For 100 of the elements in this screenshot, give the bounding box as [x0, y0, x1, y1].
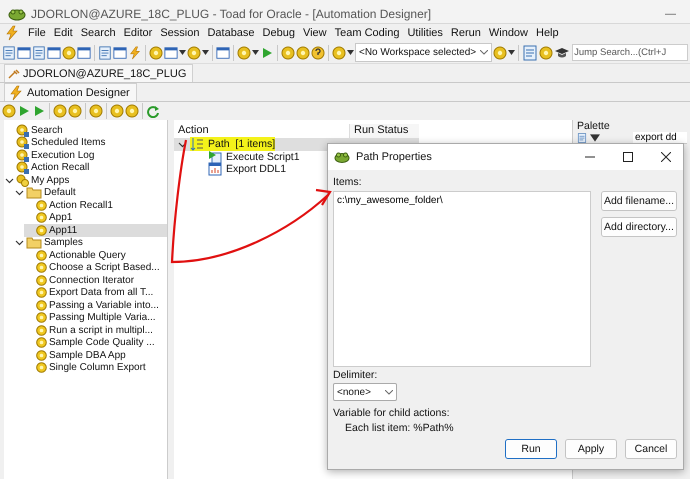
window-icon[interactable] — [17, 46, 31, 60]
tree-item[interactable]: Actionable Query — [24, 249, 167, 262]
gear-icon — [36, 212, 47, 224]
dialog-button[interactable]: Apply — [565, 439, 617, 459]
gear-icon — [539, 46, 554, 60]
document-icon[interactable] — [577, 133, 587, 143]
window-icon[interactable] — [164, 46, 178, 60]
tree-item[interactable]: Choose a Script Based... — [24, 262, 167, 274]
tree-item[interactable]: Sample DBA App — [24, 349, 167, 362]
maximize-icon[interactable] — [623, 152, 633, 162]
gear-icon — [36, 224, 47, 236]
menu-item[interactable]: Utilities — [407, 27, 443, 39]
minimize-button[interactable]: — — [659, 8, 682, 20]
gear-icon — [2, 104, 16, 118]
caret-icon[interactable] — [202, 50, 209, 55]
tree-item[interactable]: Action Recall — [4, 162, 167, 174]
dialog-title: Path Properties — [356, 151, 432, 163]
document-icon[interactable] — [522, 44, 538, 60]
refresh-icon[interactable] — [146, 104, 160, 118]
tree-item[interactable]: My Apps — [4, 174, 167, 186]
tree-item[interactable]: Action Recall1 — [24, 199, 167, 212]
connection-tab[interactable]: JDORLON@AZURE_18C_PLUG — [4, 64, 194, 82]
document-icon[interactable] — [98, 46, 112, 60]
gear-icon — [36, 312, 47, 324]
tree-item[interactable]: Default — [14, 186, 167, 199]
document-icon[interactable] — [32, 46, 46, 60]
delimiter-dropdown[interactable]: <none> — [333, 383, 397, 401]
document-icon[interactable] — [2, 46, 16, 60]
variable-label: Variable for child actions: — [333, 407, 451, 419]
lightning-icon[interactable] — [4, 25, 20, 41]
gear-icon — [149, 46, 163, 60]
action-row[interactable]: Export DDL1 — [192, 163, 437, 176]
gear-icon — [36, 300, 47, 311]
gear-icon — [62, 46, 76, 60]
gear-icon — [332, 46, 346, 60]
chevron-icon[interactable] — [5, 176, 14, 185]
workspace-dropdown[interactable]: <No Workspace selected> — [355, 43, 492, 62]
play-icon[interactable] — [32, 104, 46, 118]
list-icon — [190, 137, 204, 152]
caret-icon[interactable] — [508, 50, 516, 55]
tree-item[interactable]: Passing a Variable into... — [24, 299, 167, 312]
gear-icon — [493, 46, 508, 60]
play-icon[interactable] — [17, 104, 31, 118]
gear-icon — [16, 161, 29, 174]
menu-item[interactable]: View — [302, 27, 327, 39]
chevron-icon[interactable] — [15, 238, 24, 248]
tree-item[interactable]: Connection Iterator — [24, 274, 167, 286]
gear-icon — [125, 104, 139, 118]
tree-item[interactable]: Search — [4, 124, 167, 136]
window-icon[interactable] — [77, 46, 91, 60]
dialog-button[interactable]: Cancel — [625, 439, 677, 459]
gear-icon — [296, 46, 310, 60]
menu-item[interactable]: Team Coding — [334, 27, 400, 39]
tree-item[interactable]: Samples — [14, 236, 167, 249]
menu-item[interactable]: File — [28, 27, 46, 39]
window-icon[interactable] — [113, 46, 127, 60]
lightning-icon[interactable] — [8, 84, 24, 100]
items-label: Items: — [333, 176, 363, 188]
tree-item[interactable]: Execution Log — [4, 149, 167, 162]
window-icon[interactable] — [47, 46, 61, 60]
caret-icon[interactable] — [347, 50, 354, 55]
gear-icon — [36, 287, 47, 298]
folder-icon — [26, 186, 42, 200]
tree-item[interactable]: Run a script in multipl... — [24, 324, 167, 336]
menu-item[interactable]: Search — [80, 27, 116, 39]
add-button[interactable]: Add filename... — [600, 191, 677, 211]
dialog-button[interactable]: Run — [505, 439, 557, 459]
column-header[interactable]: Run Status — [349, 124, 419, 138]
menu-item[interactable]: Edit — [54, 27, 73, 39]
mortarboard-icon[interactable] — [554, 46, 570, 60]
tree-item[interactable]: Passing Multiple Varia... — [24, 312, 167, 324]
menu-item[interactable]: Database — [207, 27, 255, 39]
tree-item[interactable]: Sample Code Quality ... — [24, 336, 167, 349]
add-button[interactable]: Add directory... — [600, 217, 677, 237]
tree-item[interactable]: App1 — [24, 212, 167, 224]
items-field[interactable]: c:\my_awesome_folder\ — [333, 191, 591, 367]
jump-search-field[interactable]: Jump Search...(Ctrl+J — [572, 44, 688, 61]
lightning-icon[interactable] — [128, 46, 142, 60]
tree-item[interactable]: Scheduled Items — [4, 136, 167, 149]
menu-item[interactable]: Editor — [124, 27, 152, 39]
report-icon — [208, 162, 222, 176]
tree-item[interactable]: App11 — [24, 224, 167, 236]
caret-icon[interactable] — [252, 50, 259, 55]
column-header[interactable]: Action — [174, 124, 349, 138]
menu-item[interactable]: Session — [160, 27, 200, 39]
menu-item[interactable]: Debug — [262, 27, 295, 39]
menu-item[interactable]: Window — [488, 27, 528, 39]
menu-item[interactable]: Rerun — [450, 27, 481, 39]
close-icon[interactable] — [661, 152, 671, 162]
chevron-icon[interactable] — [178, 140, 187, 149]
window-icon[interactable] — [216, 46, 230, 60]
help-icon[interactable] — [311, 46, 325, 60]
tree-item[interactable]: Single Column Export — [24, 362, 167, 374]
palette-search-field[interactable]: export dd — [633, 132, 687, 144]
caret-icon[interactable] — [179, 50, 186, 55]
menu-item[interactable]: Help — [536, 27, 559, 39]
chevron-icon[interactable] — [15, 188, 24, 198]
document-tab[interactable]: Automation Designer — [4, 83, 137, 101]
palette-title: Palette — [577, 121, 611, 132]
tree-item[interactable]: Export Data from all T... — [24, 286, 167, 299]
